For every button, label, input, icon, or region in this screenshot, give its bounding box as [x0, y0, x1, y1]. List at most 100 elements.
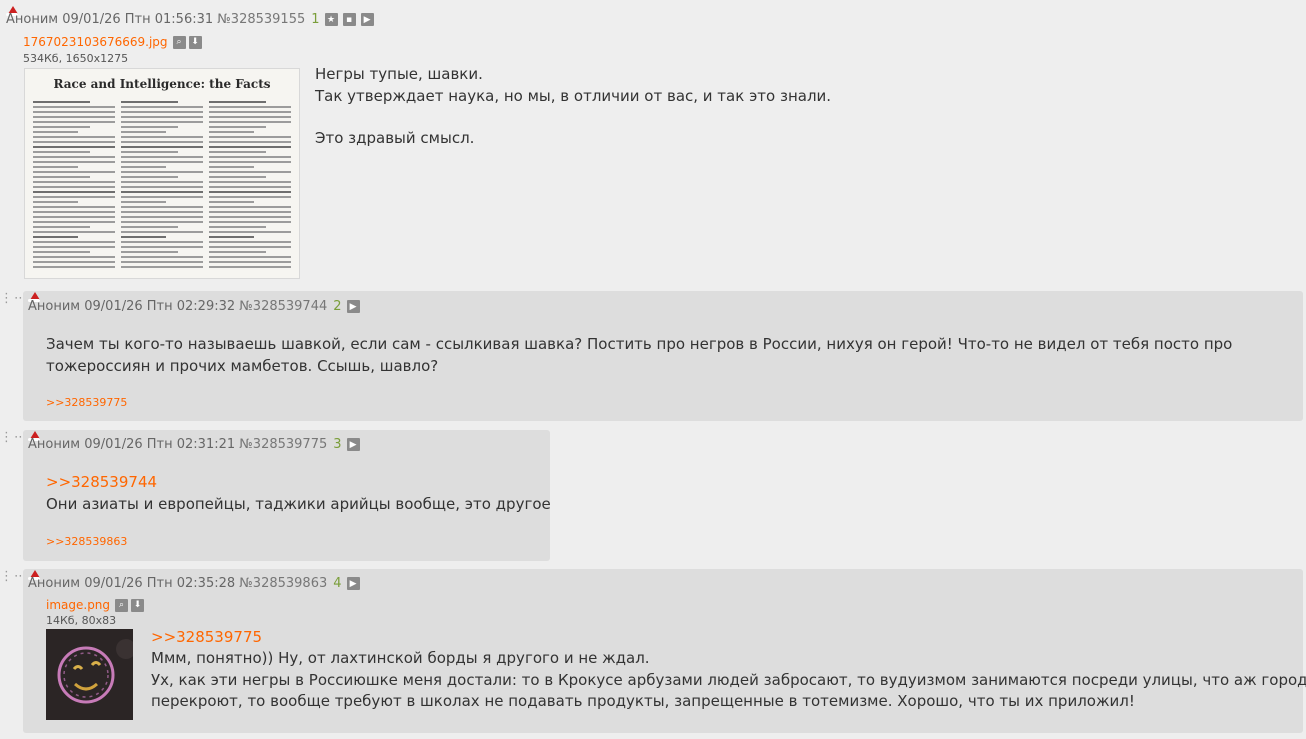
op-thumbnail[interactable]: Race and Intelligence: the Facts — [24, 68, 300, 279]
reply-text: Ух, как эти негры в Россиюшке меня доста… — [151, 671, 1306, 689]
thumbnail-text-line — [209, 201, 255, 203]
thumbnail-text-line — [33, 176, 91, 178]
reply-quote-link[interactable]: >>328539775 — [151, 626, 262, 648]
thumbnail-text-line — [209, 221, 291, 223]
thumbnail-text-line — [209, 196, 291, 198]
thumbnail-text-line — [121, 126, 179, 128]
thumbnail-text-line — [209, 141, 291, 143]
thumbnail-text-line — [209, 136, 291, 138]
thumbnail-text-line — [121, 266, 203, 268]
thumbnail-text-line — [33, 191, 115, 193]
thumbnail-text-line — [209, 241, 291, 243]
backlink[interactable]: >>328539775 — [46, 396, 127, 409]
thumbnail-text-line — [33, 126, 91, 128]
post-count: 3 — [333, 437, 342, 452]
backlink[interactable]: >>328539863 — [46, 535, 127, 548]
thumbnail-text-line — [121, 131, 167, 133]
thumbnail-text-line — [209, 126, 267, 128]
thumbnail-text-line — [209, 226, 267, 228]
thumbnail-title: Race and Intelligence: the Facts — [53, 77, 271, 91]
thumbnail-text-line — [121, 231, 203, 233]
thumbnail-text-line — [33, 106, 115, 108]
thumbnail-text-line — [209, 151, 267, 153]
thumbnail-text-line — [209, 261, 291, 263]
thumbnail-text-line — [209, 171, 291, 173]
thumbnail-text-line — [33, 251, 91, 253]
reply-text: Зачем ты кого-то называешь шавкой, если … — [46, 335, 1233, 353]
thumbnail-text-line — [209, 166, 255, 168]
post-number[interactable]: №328539863 — [239, 576, 327, 591]
thumbnail-text-line — [209, 211, 291, 213]
thumbnail-text-line — [209, 106, 291, 108]
thumbnail-text-line — [33, 226, 91, 228]
thumbnail-text-line — [121, 241, 203, 243]
thumbnail-text-line — [209, 206, 291, 208]
thumbnail-text-line — [33, 166, 79, 168]
post-date: 09/01/26 Птн 02:35:28 — [84, 576, 236, 591]
reply-file-link[interactable]: image.png ⌕ ⬇ — [46, 598, 145, 612]
thumbnail-text-line — [121, 146, 203, 148]
reply-quote-link[interactable]: >>328539744 — [46, 471, 157, 493]
thumbnail-text-line — [33, 116, 115, 118]
thumbnail-text-line — [121, 236, 167, 238]
star-icon[interactable]: ★ — [324, 13, 338, 26]
thumbnail-text-line — [121, 136, 203, 138]
thumbnail-text-line — [121, 156, 203, 158]
thumbnail-text-line — [33, 246, 115, 248]
download-icon[interactable]: ⬇ — [188, 35, 202, 49]
reply-thumbnail[interactable] — [46, 629, 133, 720]
post-date: 09/01/26 Птн 02:31:21 — [84, 437, 236, 452]
thumbnail-text-line — [33, 211, 115, 213]
thumbnail-text-line — [33, 266, 115, 268]
post-count: 2 — [333, 299, 342, 314]
thumbnail-text-line — [121, 176, 179, 178]
thumbnail-text-line — [121, 151, 179, 153]
search-icon[interactable]: ⌕ — [172, 35, 186, 49]
thumbnail-text-line — [33, 186, 115, 188]
thumbnail-text-line — [33, 131, 79, 133]
search-icon[interactable]: ⌕ — [115, 598, 129, 612]
play-icon[interactable]: ▶ — [346, 577, 360, 590]
thumbnail-text-line — [121, 221, 203, 223]
thumbnail-text-line — [33, 201, 79, 203]
play-icon[interactable]: ▶ — [360, 13, 374, 26]
post-number[interactable]: №328539744 — [239, 299, 327, 314]
thumbnail-text-line — [33, 196, 115, 198]
post-date: 09/01/26 Птн 02:29:32 — [84, 299, 236, 314]
thumbnail-text-line — [33, 216, 115, 218]
thumbnail-text-line — [33, 121, 115, 123]
thumbnail-text-line — [209, 101, 267, 103]
thumbnail-text-line — [121, 141, 203, 143]
post-number[interactable]: №328539775 — [239, 437, 327, 452]
op-text-3: Это здравый смысл. — [315, 129, 475, 147]
thumbnail-text-line — [33, 236, 79, 238]
reply-text: Ммм, понятно)) Ну, от лахтинской борды я… — [151, 649, 650, 667]
thumbnail-text-line — [33, 141, 115, 143]
reply-text: Они азиаты и европейцы, таджики арийцы в… — [46, 495, 551, 513]
thumbnail-text-line — [33, 181, 115, 183]
thumbnail-text-line — [209, 216, 291, 218]
download-icon[interactable]: ⬇ — [131, 598, 145, 612]
thumbnail-text-line — [33, 136, 115, 138]
play-icon[interactable]: ▶ — [346, 438, 360, 451]
thumbnail-text-line — [209, 251, 267, 253]
op-file-link[interactable]: 1767023103676669.jpg ⌕ ⬇ — [23, 35, 202, 49]
thumbnail-text-line — [121, 181, 203, 183]
post-author: Аноним — [6, 12, 59, 27]
thumbnail-text-line — [33, 221, 115, 223]
play-icon[interactable]: ▶ — [346, 300, 360, 313]
op-text-1: Негры тупые, шавки. — [315, 65, 483, 83]
thumbnail-text-line — [209, 186, 291, 188]
thumbnail-text-line — [209, 231, 291, 233]
post-number[interactable]: №328539155 — [217, 12, 305, 27]
thumbnail-text-line — [121, 246, 203, 248]
expand-icon[interactable]: ▪ — [342, 13, 356, 26]
reply-header: Аноним 09/01/26 Птн 02:31:21 №328539775 … — [28, 437, 360, 452]
thumbnail-text-line — [209, 256, 291, 258]
thumbnail-text-line — [121, 211, 203, 213]
post-author: Аноним — [28, 299, 81, 314]
thumbnail-text-line — [33, 151, 91, 153]
thumbnail-text-line — [121, 191, 203, 193]
thumbnail-text-line — [209, 121, 291, 123]
reply-header: Аноним 09/01/26 Птн 02:29:32 №328539744 … — [28, 299, 360, 314]
